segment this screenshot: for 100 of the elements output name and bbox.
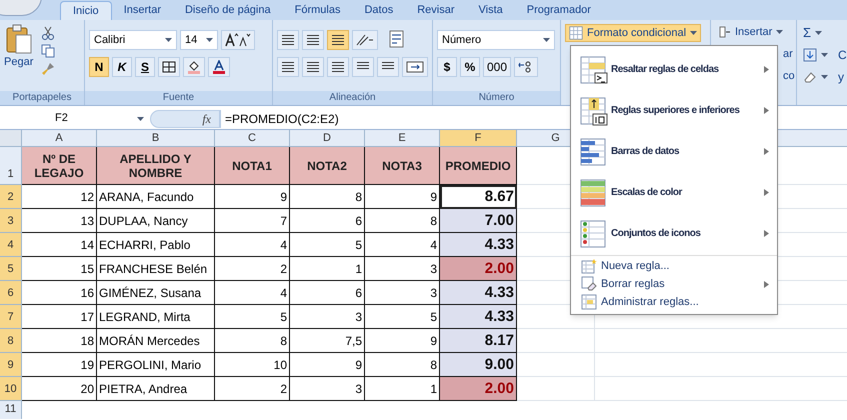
align-bottom-icon: [331, 35, 345, 45]
ribbon-tab[interactable]: Inicio: [60, 1, 112, 20]
average-cell[interactable]: 4.33: [440, 281, 517, 305]
ribbon-tab[interactable]: Vista: [466, 1, 515, 20]
align-right-button[interactable]: [327, 57, 349, 77]
borders-button[interactable]: [158, 57, 180, 77]
insert-function-button[interactable]: fx: [202, 110, 211, 128]
menu-item[interactable]: Escalas de color: [571, 172, 777, 213]
center-button[interactable]: [302, 57, 324, 77]
row-header[interactable]: 2: [0, 185, 22, 209]
table-cell: GIMÉNEZ, Susana: [97, 281, 215, 305]
bold-button[interactable]: N: [89, 57, 109, 77]
column-header[interactable]: A: [22, 130, 97, 146]
menu-item[interactable]: Borrar reglas: [571, 275, 777, 293]
font-color-button[interactable]: [208, 57, 230, 77]
brush-icon[interactable]: [41, 62, 56, 76]
copy-icon[interactable]: [41, 44, 56, 58]
wrap-text-icon[interactable]: [389, 30, 405, 48]
average-cell[interactable]: 4.33: [440, 305, 517, 329]
conditional-format-button[interactable]: Formato condicional: [565, 24, 702, 42]
grow-font-button[interactable]: [221, 30, 255, 50]
name-box[interactable]: F2: [0, 110, 150, 128]
table-header-cell: APELLIDO Y NOMBRE: [97, 147, 215, 185]
increase-indent-button[interactable]: [377, 57, 399, 77]
row-header[interactable]: 11: [0, 401, 22, 419]
delete-cells-button[interactable]: ar: [783, 46, 796, 62]
column-header[interactable]: B: [97, 130, 215, 146]
format-cells-button[interactable]: co: [783, 68, 796, 84]
menu-item-label: Barras de datos: [611, 145, 680, 159]
merge-button[interactable]: [402, 57, 428, 77]
table-cell: 2: [215, 377, 290, 401]
table-cell: 9: [215, 185, 290, 209]
row-header[interactable]: 8: [0, 329, 22, 353]
thousands-button[interactable]: 000: [483, 57, 512, 77]
percent-button[interactable]: %: [460, 57, 480, 77]
column-header[interactable]: D: [290, 130, 365, 146]
align-middle-button[interactable]: [302, 30, 324, 50]
table-grid-icon: [569, 26, 583, 40]
table-cell: ARANA, Facundo: [97, 185, 215, 209]
menu-item[interactable]: Conjuntos de iconos: [571, 213, 777, 254]
align-top-button[interactable]: [277, 30, 299, 50]
merge-icon: [406, 61, 424, 73]
caret-icon: [815, 31, 822, 35]
menu-item-label: Administrar reglas...: [601, 294, 700, 310]
table-cell: 10: [215, 353, 290, 377]
table-header-cell: NOTA3: [365, 147, 440, 185]
autosum-button[interactable]: Σ: [803, 24, 847, 42]
column-header[interactable]: C: [215, 130, 290, 146]
insert-cells-button[interactable]: Insertar: [719, 24, 796, 40]
paste-button[interactable]: Pegar: [4, 24, 34, 76]
column-header[interactable]: F: [440, 130, 517, 146]
align-left-button[interactable]: [277, 57, 299, 77]
row-header[interactable]: 3: [0, 209, 22, 233]
align-bottom-button[interactable]: [327, 30, 349, 50]
row-header[interactable]: 5: [0, 257, 22, 281]
caret-icon: [137, 116, 144, 120]
underline-button[interactable]: S: [135, 57, 155, 77]
average-cell[interactable]: 8.67: [440, 185, 517, 209]
average-cell[interactable]: 2.00: [440, 377, 517, 401]
currency-button[interactable]: $: [437, 57, 457, 77]
table-cell: 14: [22, 233, 97, 257]
increase-decimal-button[interactable]: [514, 57, 538, 77]
table-cell: 1: [290, 257, 365, 281]
ribbon-tab[interactable]: Fórmulas: [282, 1, 352, 20]
eraser-icon[interactable]: [803, 70, 817, 84]
fill-down-icon[interactable]: [803, 48, 817, 62]
italic-button[interactable]: K: [112, 57, 132, 77]
ribbon-tab[interactable]: Revisar: [405, 1, 466, 20]
average-cell[interactable]: 7.00: [440, 209, 517, 233]
table-cell: 15: [22, 257, 97, 281]
menu-item[interactable]: Administrar reglas...: [571, 293, 777, 311]
average-cell[interactable]: 2.00: [440, 257, 517, 281]
table-cell: PERGOLINI, Mario: [97, 353, 215, 377]
table-header-cell: NOTA2: [290, 147, 365, 185]
table-cell: 20: [22, 377, 97, 401]
menu-item[interactable]: Resaltar reglas de celdas: [571, 49, 777, 90]
ribbon-tab[interactable]: Datos: [352, 1, 406, 20]
average-cell[interactable]: 4.33: [440, 233, 517, 257]
row-header[interactable]: 9: [0, 353, 22, 377]
orientation-button[interactable]: [352, 30, 378, 50]
row-header[interactable]: 10: [0, 377, 22, 401]
ribbon-tab[interactable]: Programador: [514, 1, 603, 20]
row-header[interactable]: 6: [0, 281, 22, 305]
increase-indent-icon: [381, 62, 395, 72]
row-header[interactable]: 7: [0, 305, 22, 329]
ribbon-tab[interactable]: Insertar: [112, 1, 173, 20]
average-cell[interactable]: 8.17: [440, 329, 517, 353]
ribbon-tab[interactable]: Diseño de página: [172, 1, 283, 20]
font-size-field[interactable]: 14: [180, 30, 218, 50]
table-cell: 3: [290, 377, 365, 401]
number-format-field[interactable]: Número: [437, 30, 555, 50]
menu-item[interactable]: Nueva regla...: [571, 257, 777, 275]
decrease-indent-button[interactable]: [352, 57, 374, 77]
average-cell[interactable]: 9.00: [440, 353, 517, 377]
font-name-field[interactable]: Calibri: [89, 30, 177, 50]
fill-color-button[interactable]: [183, 57, 205, 77]
row-header[interactable]: 1: [0, 147, 22, 185]
sort-label: C: [838, 47, 847, 64]
scissors-icon[interactable]: [41, 26, 56, 40]
row-header[interactable]: 4: [0, 233, 22, 257]
